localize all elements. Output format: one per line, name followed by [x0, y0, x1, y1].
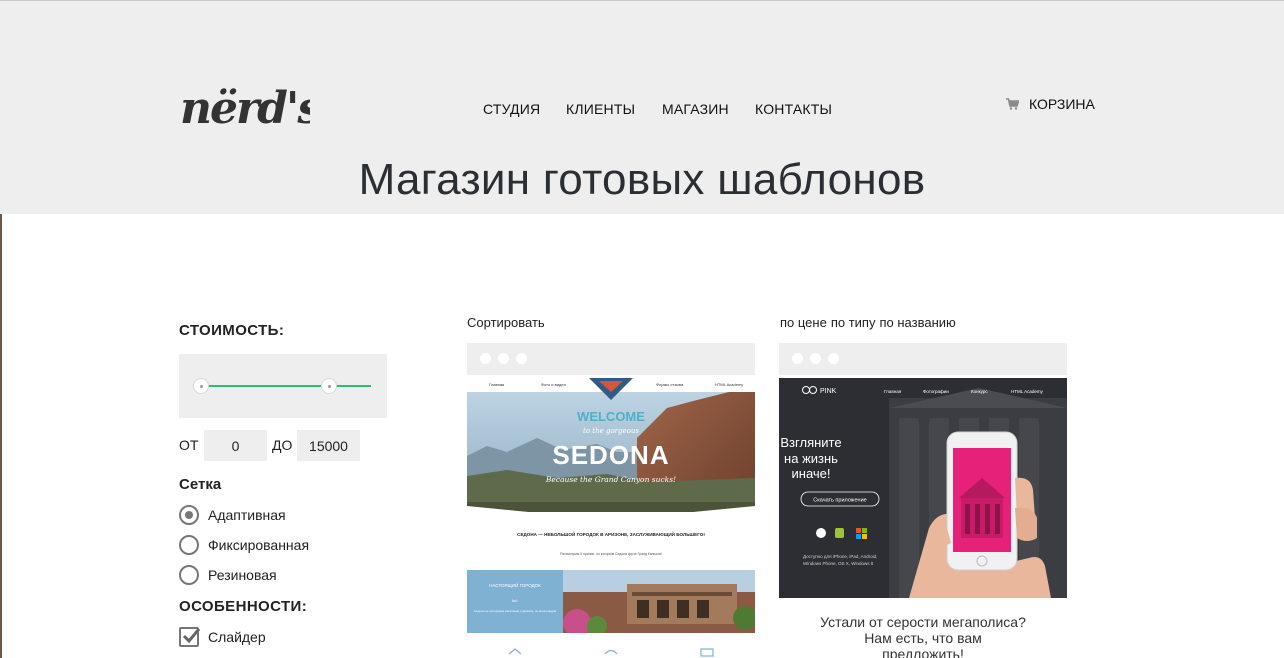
feature-slider[interactable]: Слайдер — [179, 627, 266, 647]
window-dot — [516, 353, 527, 364]
grid-option-label: Фиксированная — [208, 537, 310, 553]
pink-nav-home: Главная — [884, 389, 902, 394]
page-title: Магазин готовых шаблонов — [358, 155, 926, 204]
pink-headline-3: иначе! — [792, 466, 831, 481]
sedona-tagline: Because the Grand Canyon sucks! — [545, 475, 676, 484]
cart-icon — [1006, 98, 1019, 110]
browser-bar — [779, 343, 1067, 375]
pink-headline-1: Взгляните — [780, 435, 841, 450]
left-edge-strip — [0, 214, 2, 658]
slider-track — [201, 385, 371, 387]
pink-nav-academy: HTML Academy — [1011, 389, 1044, 394]
product-preview-pink[interactable]: PINK Главная Фотографии Конкурс HTML Aca… — [779, 378, 1067, 598]
window-dot — [810, 353, 821, 364]
product-preview-sedona[interactable]: Главная Фото и видео Формы отзыва HTML A… — [467, 378, 755, 658]
sedona-block-tag: №1 — [512, 599, 518, 603]
sedona-city: SEDONA — [552, 440, 669, 470]
pink-download-button: Скачать приложение — [813, 498, 866, 504]
window-dot — [480, 353, 491, 364]
sedona-to-the: to the gorgeous — [583, 427, 639, 435]
grid-option-label: Резиновая — [208, 567, 277, 583]
checkbox[interactable] — [179, 627, 201, 647]
pink-brand: PINK — [820, 388, 837, 395]
sedona-subheading: СЕДОНА — НЕБОЛЬШОЙ ГОРОДОК В АРИЗОНЕ, ЗА… — [517, 530, 705, 537]
radio-button[interactable] — [179, 565, 199, 585]
features-heading: ОСОБЕННОСТИ: — [179, 598, 308, 615]
nav-shop[interactable]: МАГАЗИН — [662, 101, 729, 117]
window-dot — [828, 353, 839, 364]
description-line: предложить! — [882, 646, 964, 658]
sedona-small-text: Рассмотрим 5 причин, по которым Седона к… — [560, 552, 662, 556]
description-line: Нам есть, что вам — [864, 630, 982, 646]
sedona-nav-photo: Фото и видео — [541, 382, 567, 387]
nav-studio[interactable]: СТУДИЯ — [483, 101, 540, 117]
header: nërd's СТУДИЯ КЛИЕНТЫ МАГАЗИН КОНТАКТЫ К… — [0, 1, 1284, 214]
price-slider[interactable] — [179, 354, 387, 418]
description-line: Устали от серости мегаполиса? — [820, 614, 1026, 630]
window-dot — [792, 353, 803, 364]
grid-option-label: Адаптивная — [208, 507, 286, 523]
checkmark-icon — [182, 628, 201, 644]
window-dot — [498, 353, 509, 364]
nav-clients[interactable]: КЛИЕНТЫ — [566, 101, 635, 117]
price-from-input[interactable] — [204, 430, 267, 461]
price-heading: СТОИМОСТЬ: — [179, 322, 285, 339]
sedona-block-text: Седона не испорчена массовым туризмом, н… — [474, 609, 557, 613]
feature-label: Слайдер — [208, 629, 266, 645]
sedona-nav-forms: Формы отзыва — [656, 382, 684, 387]
price-to-input[interactable] — [297, 430, 360, 461]
to-label: ДО — [272, 437, 293, 453]
svg-text:nërd's: nërd's — [180, 83, 310, 133]
sort-by-type[interactable]: по типу — [831, 315, 876, 330]
radio-button[interactable] — [179, 505, 199, 525]
slider-handle-max[interactable] — [320, 378, 337, 394]
sedona-nav-academy: HTML Academy — [715, 382, 743, 387]
sedona-block-title: НАСТОЯЩИЙ ГОРОДОК — [489, 581, 541, 588]
sedona-welcome: WELCOME — [577, 409, 645, 424]
grid-heading: Сетка — [179, 476, 222, 493]
browser-bar — [467, 343, 755, 375]
pink-nav-photos: Фотографии — [923, 389, 949, 394]
nav-contacts[interactable]: КОНТАКТЫ — [755, 101, 832, 117]
pink-platforms-1: Доступно для iPhone, iPad, Android, — [803, 554, 877, 559]
sort-by-price[interactable]: по цене — [780, 315, 827, 330]
page: nërd's СТУДИЯ КЛИЕНТЫ МАГАЗИН КОНТАКТЫ К… — [0, 0, 1284, 658]
pink-nav-contest: Конкурс — [971, 389, 988, 394]
grid-option-fluid[interactable]: Резиновая — [179, 565, 277, 585]
sedona-nav-home: Главная — [489, 382, 504, 387]
sort-options: по цене по типу по названию — [780, 315, 956, 330]
pink-headline-2: на жизнь — [784, 451, 838, 466]
sort-label: Сортировать — [467, 315, 545, 330]
from-label: ОТ — [179, 437, 199, 453]
cart-link[interactable]: КОРЗИНА — [1006, 96, 1095, 112]
grid-option-fixed[interactable]: Фиксированная — [179, 535, 309, 555]
sort-by-name[interactable]: по названию — [879, 315, 955, 330]
radio-button[interactable] — [179, 535, 199, 555]
slider-handle-min[interactable] — [193, 378, 209, 394]
pink-platforms-2: Windows Phone, OS X, Windows 8 — [803, 561, 874, 566]
logo[interactable]: nërd's — [178, 73, 310, 133]
product-description: Устали от серости мегаполиса? Нам есть, … — [779, 614, 1067, 658]
cart-label: КОРЗИНА — [1029, 96, 1095, 112]
grid-option-adaptive[interactable]: Адаптивная — [179, 505, 286, 525]
